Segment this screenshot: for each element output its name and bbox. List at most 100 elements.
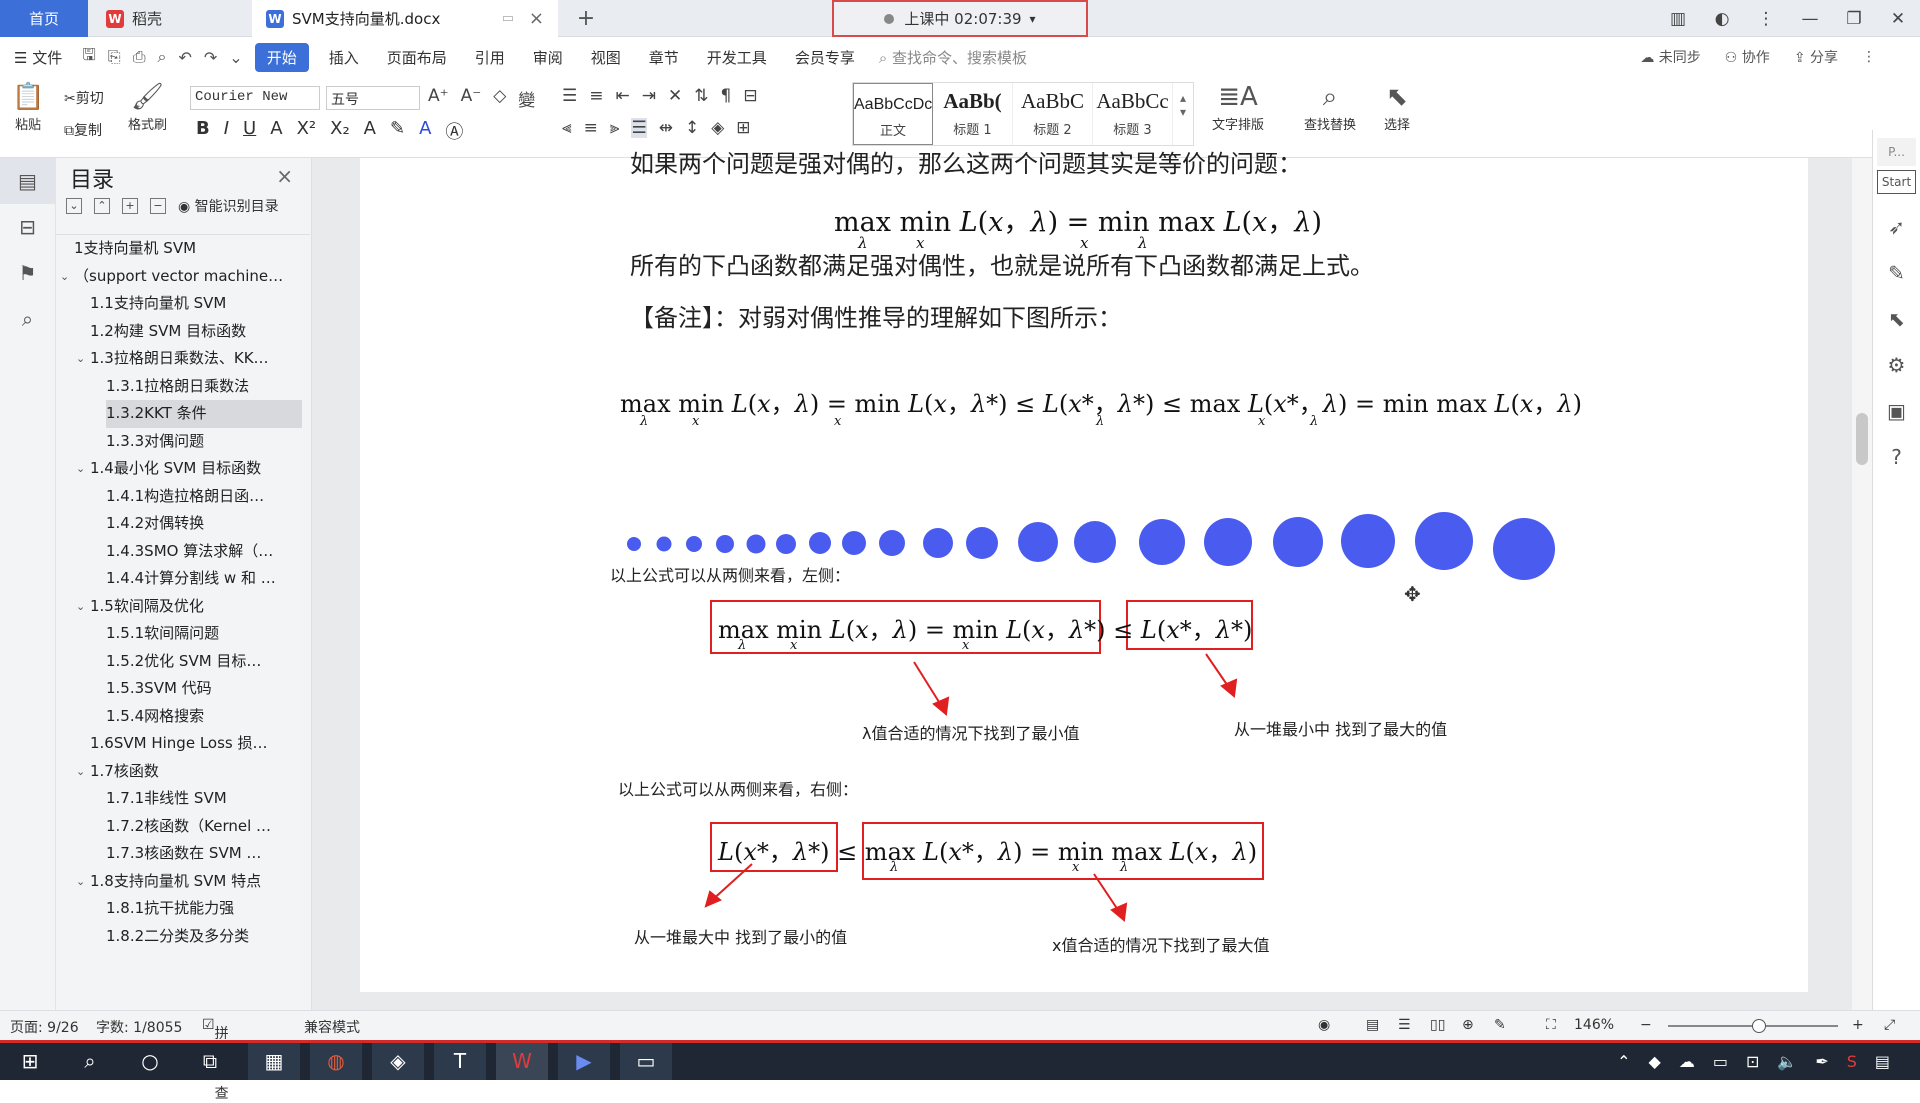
menu-developer[interactable]: 开发工具 xyxy=(693,47,781,68)
font-color-icon[interactable]: A xyxy=(419,118,431,144)
font-select[interactable]: Courier New xyxy=(190,86,320,110)
bold-icon[interactable]: B xyxy=(196,118,210,144)
scroll-thumb[interactable] xyxy=(1856,413,1868,465)
align-left-icon[interactable]: ⫷ xyxy=(562,118,572,138)
pin-icon[interactable]: ▭ xyxy=(502,11,514,26)
command-search[interactable]: ⌕ 查找命令、搜索模板 xyxy=(879,47,1027,68)
pointer-icon[interactable]: ⬉ xyxy=(1873,296,1920,342)
effects-icon[interactable]: A xyxy=(364,118,376,144)
more-menu-icon[interactable]: ⋮ xyxy=(1862,49,1876,65)
zoom-out-icon[interactable]: − xyxy=(1640,1017,1652,1033)
customize-icon[interactable]: ⌄ xyxy=(223,48,248,67)
clear-format-icon[interactable]: ◇ xyxy=(493,86,506,111)
toc-item[interactable]: ⌄ 1.8支持向量机 SVM 特点 xyxy=(56,868,310,896)
avatar[interactable]: ◐ xyxy=(1700,9,1744,29)
layout-icon[interactable]: ▥ xyxy=(1656,9,1700,29)
italic-icon[interactable]: I xyxy=(224,118,229,144)
menu-section[interactable]: 章节 xyxy=(635,47,693,68)
tray-up-icon[interactable]: ⌃ xyxy=(1617,1052,1630,1071)
style-scroll-icon[interactable]: ▴ ▾ xyxy=(1173,83,1193,145)
pen-icon[interactable]: ✎ xyxy=(1873,250,1920,296)
share-button[interactable]: ⇪ 分享 xyxy=(1794,47,1838,67)
select-button[interactable]: ⬉ 选择 xyxy=(1384,80,1410,133)
pen-tray-icon[interactable]: ✒ xyxy=(1815,1052,1828,1071)
format-brush-button[interactable]: 🖌 格式刷 xyxy=(128,80,167,133)
toc-item[interactable]: 1.5.2优化 SVM 目标… xyxy=(56,648,310,676)
volume-icon[interactable]: 🔈 xyxy=(1777,1052,1797,1071)
page-counter[interactable]: 页面: 9/26 xyxy=(10,1017,79,1037)
distributed-icon[interactable]: ⇹ xyxy=(659,118,673,138)
spell-check[interactable]: ☑ 拼写检查 xyxy=(202,1017,229,1102)
chevron-down-icon[interactable]: ⌄ xyxy=(76,455,85,483)
zoom-slider-thumb[interactable] xyxy=(1752,1019,1766,1033)
menu-member[interactable]: 会员专享 xyxy=(781,47,869,68)
shrink-font-icon[interactable]: A⁻ xyxy=(461,86,482,111)
copy-button[interactable]: ⧉复制 xyxy=(64,120,102,140)
find-icon[interactable]: ⌕ xyxy=(0,296,55,342)
toc-panel-icon[interactable]: ▤ xyxy=(0,158,55,204)
toc-item[interactable]: 1.4.4计算分割线 w 和 … xyxy=(56,565,310,593)
menu-start[interactable]: 开始 xyxy=(254,42,309,72)
restore-button[interactable]: ❐ xyxy=(1832,9,1876,29)
toc-item[interactable]: 1.5.1软间隔问题 xyxy=(56,620,310,648)
borders-icon[interactable]: ⊞ xyxy=(736,118,750,138)
page-view-icon[interactable]: ▤ xyxy=(1366,1017,1379,1033)
chevron-down-icon[interactable]: ⌄ xyxy=(76,345,85,373)
chevron-down-icon[interactable]: ⌄ xyxy=(76,758,85,786)
undo-icon[interactable]: ↶ xyxy=(172,48,197,67)
cloud-icon[interactable]: ☁ xyxy=(1679,1052,1695,1071)
indent-icon[interactable]: ⇥ xyxy=(642,86,656,106)
write-view-icon[interactable]: ✎ xyxy=(1494,1017,1506,1033)
toc-item[interactable]: 1.7.1非线性 SVM xyxy=(56,785,310,813)
chrome-icon[interactable]: ◍ xyxy=(310,1043,362,1080)
cortana-icon[interactable]: ○ xyxy=(124,1043,176,1080)
menu-view[interactable]: 视图 xyxy=(577,47,635,68)
chevron-down-icon[interactable]: ⌄ xyxy=(76,593,85,621)
ime-icon[interactable]: S xyxy=(1847,1052,1857,1071)
save-icon[interactable]: 🖫 xyxy=(76,44,102,71)
chevron-down-icon[interactable]: ⌄ xyxy=(60,263,69,291)
fullscreen-icon[interactable]: ⤢ xyxy=(1884,1017,1895,1033)
menu-layout[interactable]: 页面布局 xyxy=(373,47,461,68)
sync-button[interactable]: ☁ 未同步 xyxy=(1640,47,1700,67)
close-window-button[interactable]: ✕ xyxy=(1876,9,1920,29)
class-timer[interactable]: 上课中 02:07:39 ▾ xyxy=(832,0,1088,37)
expand-icon[interactable]: ⌃ xyxy=(94,198,110,214)
show-marks-icon[interactable]: ¶ xyxy=(721,86,732,106)
tab-home[interactable]: 首页 xyxy=(0,0,88,37)
web-view-icon[interactable]: ⊕ xyxy=(1462,1017,1474,1033)
toc-item[interactable]: 1.4.3SMO 算法求解（… xyxy=(56,538,310,566)
start-button[interactable]: Start xyxy=(1877,170,1916,194)
style-heading-1[interactable]: AaBb(标题 1 xyxy=(933,83,1013,145)
align-right-icon[interactable]: ⫸ xyxy=(610,118,620,138)
read-view-icon[interactable]: ▯▯ xyxy=(1430,1017,1445,1033)
align-center-icon[interactable]: ≡ xyxy=(584,118,598,138)
font-size-select[interactable]: 五号 xyxy=(326,86,420,110)
redo-icon[interactable]: ↷ xyxy=(198,48,223,67)
toc-item[interactable]: 1.6SVM Hinge Loss 损… xyxy=(56,730,310,758)
tray-app-icon[interactable]: ◆ xyxy=(1649,1052,1661,1071)
justify-icon[interactable]: ☰ xyxy=(631,118,647,138)
toc-item[interactable]: 1.7.3核函数在 SVM … xyxy=(56,840,310,868)
style-heading-2[interactable]: AaBbC 标题 2 xyxy=(1013,83,1093,145)
chevron-down-icon[interactable]: ⌄ xyxy=(76,868,85,896)
collapse-icon[interactable]: ⌄ xyxy=(66,198,82,214)
collab-button[interactable]: ⚇ 协作 xyxy=(1725,47,1770,67)
subscript-icon[interactable]: X₂ xyxy=(330,118,350,144)
toc-item[interactable]: 1.3.3对偶问题 xyxy=(56,428,310,456)
tab-docer[interactable]: W 稻壳 xyxy=(90,0,250,37)
toc-item[interactable]: 1.4.1构造拉格朗日函… xyxy=(56,483,310,511)
fit-icon[interactable]: ⛶ xyxy=(1546,1017,1556,1033)
line-spacing-icon[interactable]: ↕ xyxy=(685,118,699,138)
cut-button[interactable]: ✂剪切 xyxy=(64,88,104,108)
toc-item[interactable]: 1.5.3SVM 代码 xyxy=(56,675,310,703)
toc-item[interactable]: 1.3.2KKT 条件 xyxy=(106,400,302,428)
search-icon[interactable]: ⌕ xyxy=(64,1043,116,1080)
toc-item[interactable]: 1支持向量机 SVM xyxy=(56,235,310,263)
toc-item[interactable]: ⌄ 1.7核函数 xyxy=(56,758,310,786)
export-icon[interactable]: ⎘ xyxy=(102,47,127,67)
word-count[interactable]: 字数: 1/8055 xyxy=(96,1017,182,1037)
toc-item[interactable]: ⌄ （support vector machine… xyxy=(56,263,310,291)
shading-icon[interactable]: ◈ xyxy=(711,118,724,138)
app-icon[interactable]: ◈ xyxy=(372,1043,424,1080)
